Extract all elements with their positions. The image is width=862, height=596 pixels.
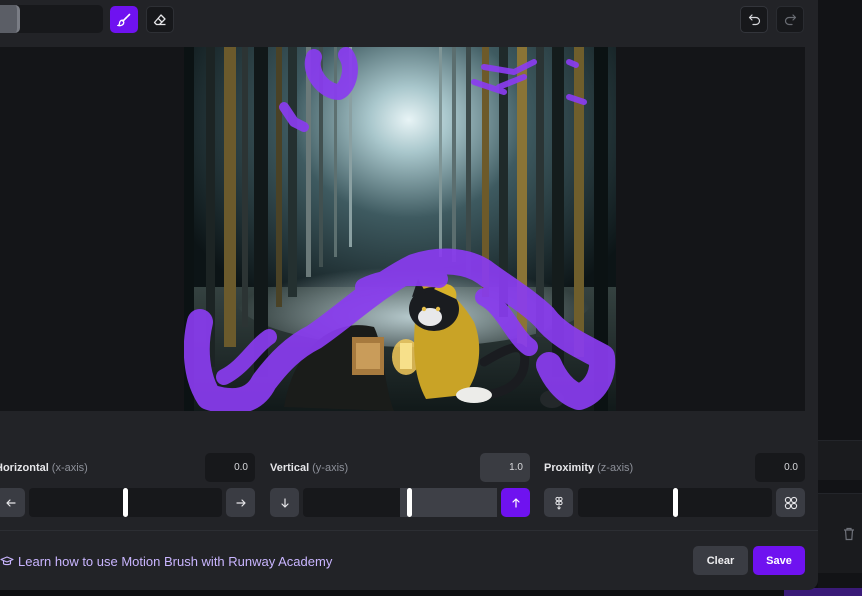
arrow-left-icon xyxy=(5,498,16,507)
vertical-decrease-button[interactable] xyxy=(270,488,299,517)
horizontal-label: Horizontal (x-axis) xyxy=(0,462,88,474)
background-panel xyxy=(818,0,862,596)
arrow-right-icon xyxy=(235,498,246,507)
undo-icon xyxy=(748,14,760,26)
proximity-slider-thumb[interactable] xyxy=(673,488,678,517)
proximity-value-input[interactable]: 0.0 xyxy=(755,453,805,482)
dots-spread-icon xyxy=(784,496,797,509)
horizontal-value-input[interactable]: 0.0 xyxy=(205,453,255,482)
bamboo-forest-cat-image xyxy=(184,47,616,411)
redo-icon xyxy=(784,14,796,26)
arrow-down-icon xyxy=(280,497,289,508)
arrow-up-icon xyxy=(511,497,520,508)
trash-icon[interactable] xyxy=(843,527,855,541)
dots-compact-icon xyxy=(554,496,563,510)
vertical-slider-thumb[interactable] xyxy=(407,488,412,517)
brush-tool-button[interactable] xyxy=(110,6,138,33)
redo-button[interactable] xyxy=(776,6,804,33)
background-row xyxy=(818,440,862,480)
paint-brush-icon xyxy=(117,13,131,26)
horizontal-slider-thumb[interactable] xyxy=(123,488,128,517)
proximity-decrease-button[interactable] xyxy=(544,488,573,517)
graduation-cap-icon xyxy=(0,556,14,566)
eraser-icon xyxy=(153,13,166,25)
footer-divider xyxy=(0,530,818,531)
horizontal-decrease-button[interactable] xyxy=(0,488,25,517)
vertical-value-input[interactable]: 1.0 xyxy=(480,453,530,482)
brush-size-handle[interactable] xyxy=(0,5,20,33)
background-row xyxy=(818,493,862,573)
undo-button[interactable] xyxy=(740,6,768,33)
proximity-increase-button[interactable] xyxy=(776,488,805,517)
toolbar xyxy=(0,0,818,40)
motion-brush-modal: Horizontal (x-axis) 0.0 Vertical (y-axis) … xyxy=(0,0,818,590)
clear-button[interactable]: Clear xyxy=(693,546,748,575)
vertical-increase-button[interactable] xyxy=(501,488,530,517)
vertical-label: Vertical (y-axis) xyxy=(270,462,349,474)
eraser-tool-button[interactable] xyxy=(146,6,174,33)
source-image-canvas[interactable] xyxy=(184,47,616,411)
runway-academy-link[interactable]: Learn how to use Motion Brush with Runwa… xyxy=(0,552,332,570)
proximity-label: Proximity (z-axis) xyxy=(544,462,634,474)
save-button[interactable]: Save xyxy=(753,546,805,575)
academy-link-text: Learn how to use Motion Brush with Runwa… xyxy=(18,553,333,569)
horizontal-increase-button[interactable] xyxy=(226,488,255,517)
vertical-slider-fill xyxy=(400,488,497,517)
